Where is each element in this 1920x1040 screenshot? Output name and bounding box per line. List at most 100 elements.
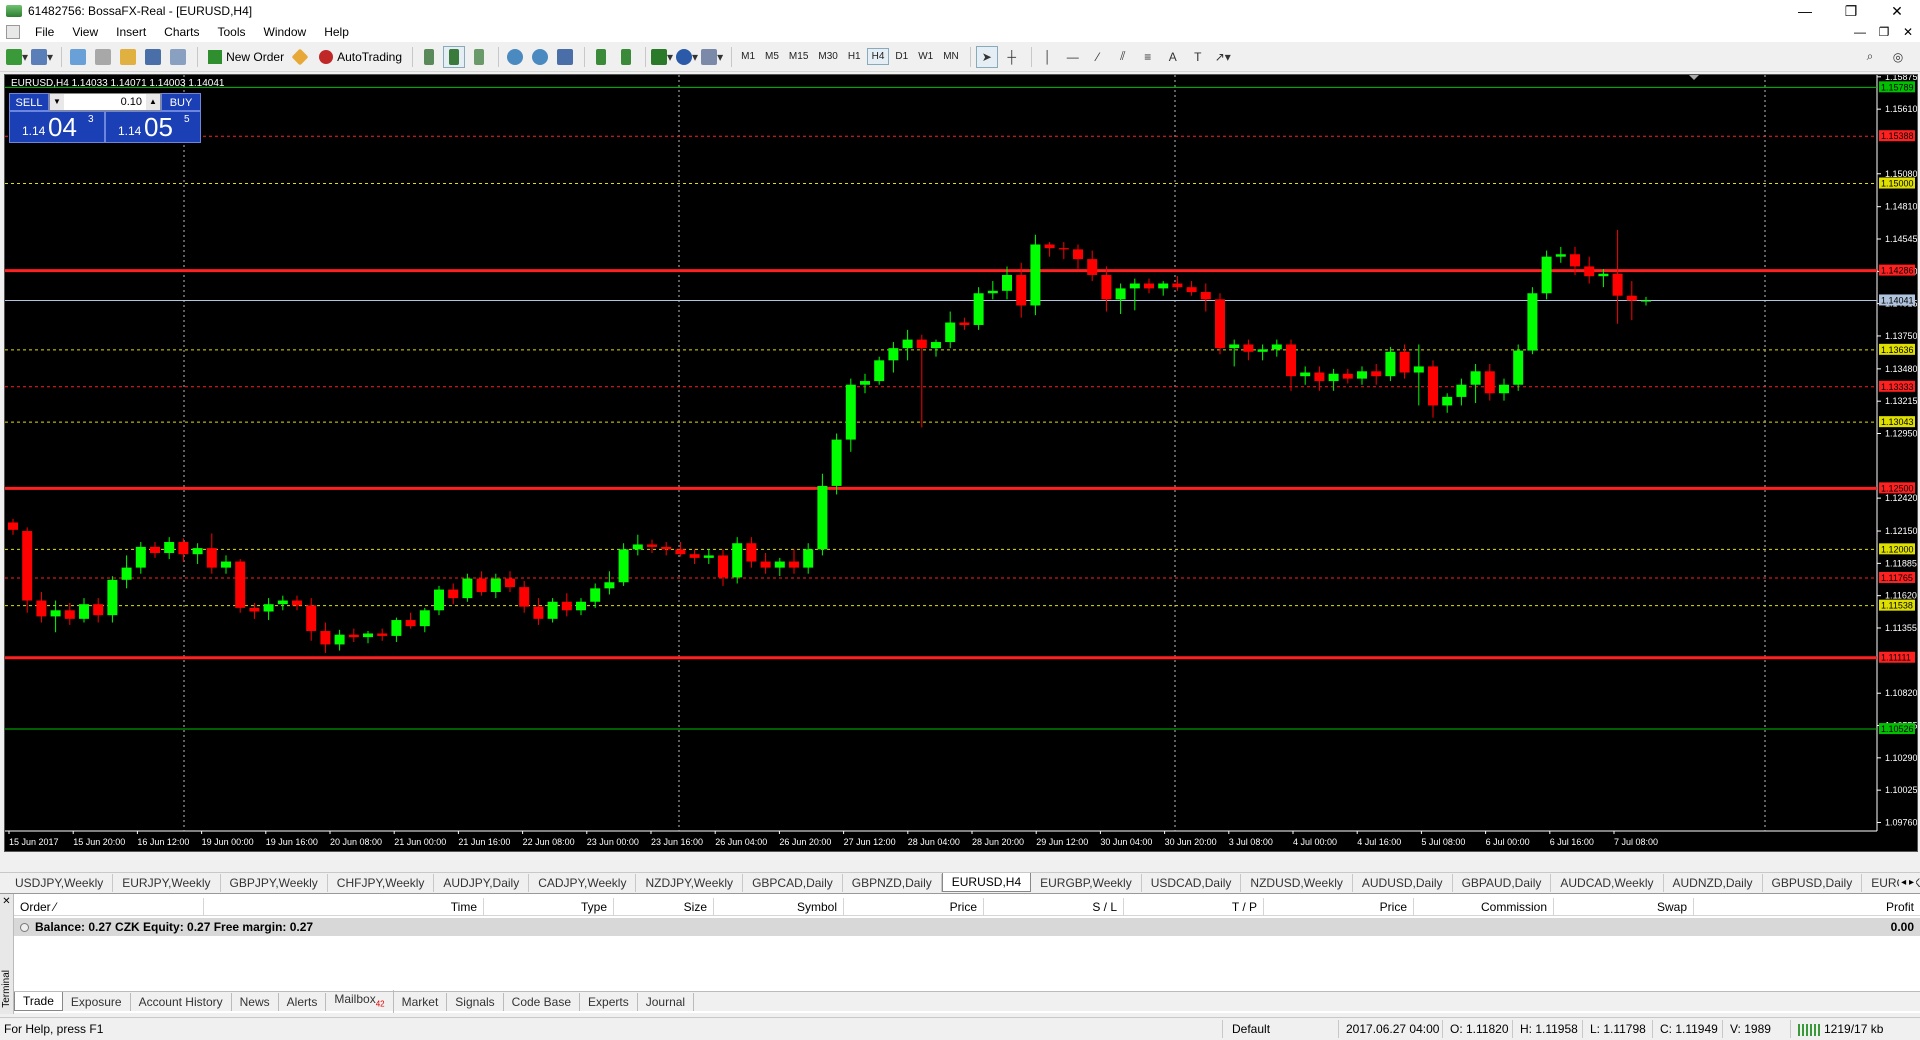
chart-tab[interactable]: GBPCAD,Daily bbox=[743, 873, 843, 892]
lot-size-value[interactable]: 0.10 bbox=[64, 96, 146, 108]
chart-tab[interactable]: GBPJPY,Weekly bbox=[221, 873, 328, 892]
lot-down-icon[interactable]: ▼ bbox=[50, 94, 64, 110]
bar-chart-button[interactable] bbox=[418, 46, 440, 68]
timeframe-m30[interactable]: M30 bbox=[814, 49, 841, 64]
tab-market[interactable]: Market bbox=[394, 992, 448, 1011]
chart-shift-button[interactable] bbox=[615, 46, 637, 68]
terminal-close-icon[interactable]: ✕ bbox=[0, 896, 13, 907]
maximize-button[interactable]: ❐ bbox=[1828, 0, 1874, 22]
new-chart-button[interactable]: ▾ bbox=[6, 46, 28, 68]
chart-tab[interactable]: NZDJPY,Weekly bbox=[636, 873, 744, 892]
col-current-price[interactable]: Price bbox=[1264, 898, 1414, 915]
profiles-button[interactable]: ▾ bbox=[31, 46, 53, 68]
col-tp[interactable]: T / P bbox=[1124, 898, 1264, 915]
line-chart-button[interactable] bbox=[468, 46, 490, 68]
tab-code-base[interactable]: Code Base bbox=[504, 992, 581, 1011]
lot-size-input[interactable]: ▼ 0.10 ▲ bbox=[49, 93, 161, 111]
indicators-button[interactable]: ▾ bbox=[651, 46, 673, 68]
col-swap[interactable]: Swap bbox=[1554, 898, 1694, 915]
chart-tab[interactable]: EURJPY,Weekly bbox=[113, 873, 221, 892]
chart-tab[interactable]: GBPAUD,Daily bbox=[1453, 873, 1552, 892]
close-button[interactable]: ✕ bbox=[1874, 0, 1920, 22]
timeframe-mn[interactable]: MN bbox=[939, 49, 963, 64]
lot-up-icon[interactable]: ▲ bbox=[146, 94, 160, 110]
chart-tab[interactable]: EURUSD,H4 bbox=[941, 873, 1032, 892]
timeframe-w1[interactable]: W1 bbox=[914, 49, 937, 64]
menu-charts[interactable]: Charts bbox=[155, 22, 208, 42]
chart-tab[interactable]: GBPUSD,Daily bbox=[1763, 873, 1863, 892]
buy-button[interactable]: BUY bbox=[161, 93, 201, 111]
mdi-restore-button[interactable]: ❐ bbox=[1872, 25, 1896, 39]
chart-tab[interactable]: NZDUSD,Weekly bbox=[1241, 873, 1353, 892]
tile-windows-button[interactable] bbox=[554, 46, 576, 68]
timeframe-d1[interactable]: D1 bbox=[891, 49, 912, 64]
search-icon[interactable]: ⌕ bbox=[1859, 46, 1881, 68]
menu-insert[interactable]: Insert bbox=[107, 22, 155, 42]
col-price[interactable]: Price bbox=[844, 898, 984, 915]
chart-window-icon[interactable] bbox=[6, 25, 20, 39]
menu-help[interactable]: Help bbox=[315, 22, 358, 42]
candlestick-button[interactable] bbox=[443, 45, 466, 68]
chart-tab[interactable]: EURGBP,Weekly bbox=[1031, 873, 1142, 892]
chart-tab[interactable]: GBPNZD,Daily bbox=[843, 873, 942, 892]
market-watch-button[interactable] bbox=[67, 46, 89, 68]
timeframe-h4[interactable]: H4 bbox=[866, 48, 890, 65]
sell-button[interactable]: SELL bbox=[9, 93, 49, 111]
templates-button[interactable]: ▾ bbox=[701, 46, 723, 68]
chart-tab[interactable]: CADJPY,Weekly bbox=[529, 873, 637, 892]
auto-trading-button[interactable]: AutoTrading bbox=[314, 49, 407, 64]
zoom-in-button[interactable] bbox=[504, 46, 526, 68]
tab-alerts[interactable]: Alerts bbox=[279, 992, 327, 1011]
menu-window[interactable]: Window bbox=[255, 22, 316, 42]
chart-tab[interactable]: AUDUSD,Daily bbox=[1353, 873, 1453, 892]
col-profit[interactable]: Profit bbox=[1694, 898, 1920, 915]
auto-scroll-button[interactable] bbox=[590, 46, 612, 68]
col-order[interactable]: Order ⁄ bbox=[14, 898, 204, 915]
col-time[interactable]: Time bbox=[204, 898, 484, 915]
metaeditor-button[interactable] bbox=[289, 46, 311, 68]
navigator-button[interactable] bbox=[117, 46, 139, 68]
bid-price-button[interactable]: 1.14 04 3 bbox=[9, 111, 105, 143]
equidistant-channel-button[interactable]: ⫽ bbox=[1112, 46, 1134, 68]
periods-button[interactable]: ▾ bbox=[676, 46, 698, 68]
tab-news[interactable]: News bbox=[232, 992, 279, 1011]
tab-journal[interactable]: Journal bbox=[638, 992, 695, 1011]
chart-tab[interactable]: AUDCAD,Weekly bbox=[1551, 873, 1664, 892]
tab-experts[interactable]: Experts bbox=[580, 992, 638, 1011]
chart-tab[interactable]: AUDNZD,Daily bbox=[1664, 873, 1763, 892]
text-button[interactable]: A bbox=[1162, 46, 1184, 68]
col-commission[interactable]: Commission bbox=[1414, 898, 1554, 915]
tab-signals[interactable]: Signals bbox=[447, 992, 504, 1011]
col-sl[interactable]: S / L bbox=[984, 898, 1124, 915]
tab-exposure[interactable]: Exposure bbox=[63, 992, 131, 1011]
menu-tools[interactable]: Tools bbox=[209, 22, 255, 42]
trendline-button[interactable]: ⁄ bbox=[1087, 46, 1109, 68]
col-size[interactable]: Size bbox=[614, 898, 714, 915]
arrows-button[interactable]: ↗▾ bbox=[1212, 46, 1234, 68]
data-window-button[interactable] bbox=[92, 46, 114, 68]
connection-status[interactable]: 1219/17 kb bbox=[1798, 1022, 1883, 1036]
fibonacci-button[interactable]: ≡ bbox=[1137, 46, 1159, 68]
timeframe-h1[interactable]: H1 bbox=[844, 49, 865, 64]
new-order-button[interactable]: New Order bbox=[203, 49, 289, 64]
chart-tab[interactable]: USDJPY,Weekly bbox=[6, 873, 114, 892]
chart-window[interactable]: 1.158751.156101.150801.148101.145451.142… bbox=[4, 74, 1918, 852]
tab-trade[interactable]: Trade bbox=[14, 992, 63, 1011]
menu-view[interactable]: View bbox=[63, 22, 107, 42]
tab-mailbox[interactable]: Mailbox42 bbox=[326, 989, 394, 1014]
vertical-line-button[interactable]: │ bbox=[1037, 46, 1059, 68]
price-chart[interactable]: 1.158751.156101.150801.148101.145451.142… bbox=[5, 75, 1917, 851]
zoom-out-button[interactable] bbox=[529, 46, 551, 68]
tab-account-history[interactable]: Account History bbox=[131, 992, 232, 1011]
timeframe-m15[interactable]: M15 bbox=[785, 49, 812, 64]
terminal-button[interactable] bbox=[142, 46, 164, 68]
chart-tab[interactable]: CHFJPY,Weekly bbox=[328, 873, 435, 892]
balance-row[interactable]: Balance: 0.27 CZK Equity: 0.27 Free marg… bbox=[14, 918, 1920, 936]
mdi-close-button[interactable]: ✕ bbox=[1896, 25, 1920, 39]
horizontal-line-button[interactable]: — bbox=[1062, 46, 1084, 68]
menu-file[interactable]: File bbox=[26, 22, 63, 42]
text-label-button[interactable]: T bbox=[1187, 46, 1209, 68]
community-icon[interactable]: ◎ bbox=[1887, 46, 1909, 68]
chart-tab[interactable]: AUDJPY,Daily bbox=[434, 873, 530, 892]
timeframe-m5[interactable]: M5 bbox=[761, 49, 783, 64]
